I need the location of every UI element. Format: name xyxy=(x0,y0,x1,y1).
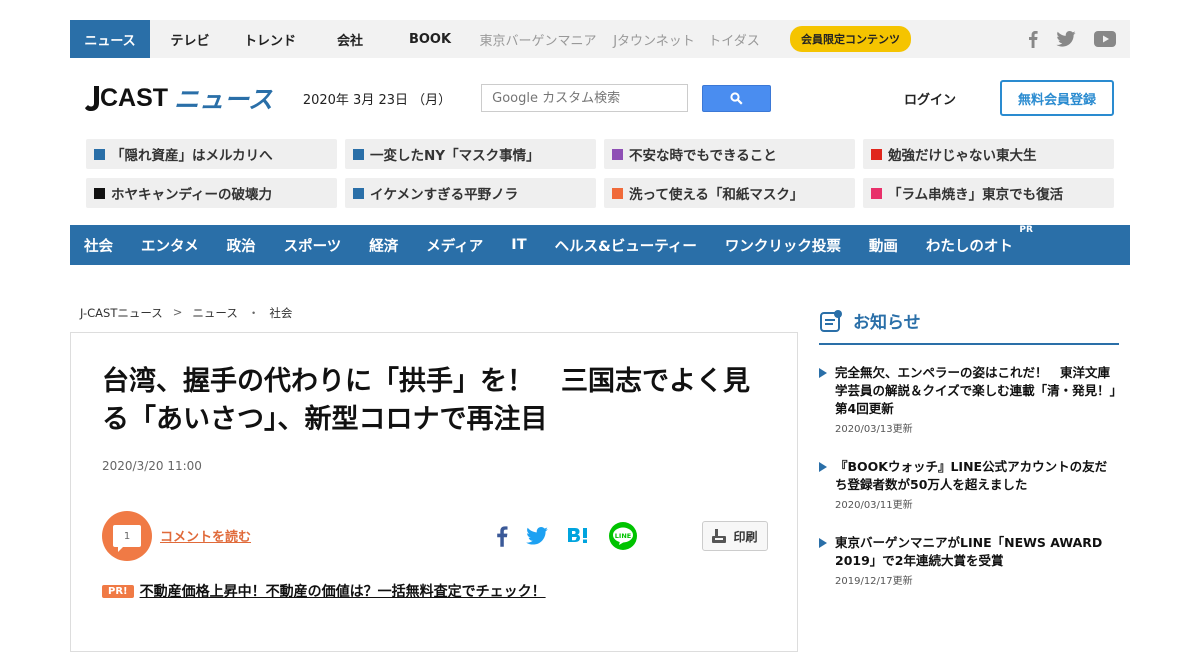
notice-icon xyxy=(820,309,842,332)
login-link[interactable]: ログイン xyxy=(904,89,956,108)
category-navigation: 社会 エンタメ 政治 スポーツ 経済 メディア IT ヘルス&ビューティー ワン… xyxy=(70,225,1130,265)
trend-item[interactable]: 洗って使える「和紙マスク」 xyxy=(604,178,855,208)
notice-text: 東京バーゲンマニアがLINE「NEWS AWARD 2019」で2年連続大賞を受… xyxy=(835,535,1103,568)
logo-jcast: CAST xyxy=(84,84,168,113)
category-society[interactable]: 社会 xyxy=(84,235,113,256)
notice-item[interactable]: 『BOOKウォッチ』LINE公式アカウントの友だち登録者数が50万人を超えました… xyxy=(819,458,1119,515)
tab-j-townnet[interactable]: Jタウンネット xyxy=(606,20,702,58)
register-button[interactable]: 無料会員登録 xyxy=(1000,80,1114,116)
article-title: 台湾、握手の代わりに「拱手」を！ 三国志でよく見る「あいさつ」、新型コロナで再注… xyxy=(102,366,750,435)
twitter-share-icon[interactable] xyxy=(526,527,548,549)
triangle-bullet-icon xyxy=(819,538,827,548)
tab-news[interactable]: ニュース xyxy=(70,20,150,58)
breadcrumb-separator: ・ xyxy=(247,306,260,320)
social-links xyxy=(1028,30,1130,48)
trend-item[interactable]: 「ラム串焼き」東京でも復活 xyxy=(863,178,1114,208)
trending-topics: 「隠れ資産」はメルカリへ 一変したNY「マスク事情」 不安な時でもできること 勉… xyxy=(70,139,1130,208)
breadcrumb: J-CASTニュース > ニュース ・ 社会 xyxy=(80,305,292,321)
tab-book[interactable]: BOOK xyxy=(390,20,470,58)
member-content-button[interactable]: 会員限定コンテンツ xyxy=(790,26,911,52)
pr-badge: PR! xyxy=(102,584,134,598)
tab-tokyo-bargain-mania[interactable]: 東京バーゲンマニア xyxy=(470,20,606,58)
breadcrumb-news[interactable]: ニュース xyxy=(192,305,237,321)
logo-news: ニュース xyxy=(174,85,273,114)
category-economy[interactable]: 経済 xyxy=(369,235,398,256)
trend-marker-icon xyxy=(353,148,364,160)
trend-item[interactable]: 「隠れ資産」はメルカリへ xyxy=(86,139,337,169)
notices-heading: お知らせ xyxy=(819,308,1119,345)
category-watashi-no-oto[interactable]: わたしのオト PR xyxy=(926,225,1033,256)
triangle-bullet-icon xyxy=(819,368,827,378)
trend-marker-icon xyxy=(871,187,882,199)
trend-item[interactable]: 一変したNY「マスク事情」 xyxy=(345,139,596,169)
share-buttons: LINE xyxy=(496,521,638,555)
notice-date: 2020/03/13更新 xyxy=(835,424,913,435)
notice-text: 完全無欠、エンペラーの姿はこれだ！ 東洋文庫学芸員の解説＆クイズで楽しむ連載「清… xyxy=(835,365,1116,416)
trend-marker-icon xyxy=(353,187,364,199)
trend-marker-icon xyxy=(871,148,882,160)
breadcrumb-home[interactable]: J-CASTニュース xyxy=(80,305,163,321)
facebook-share-icon[interactable] xyxy=(496,525,508,551)
article-card: 台湾、握手の代わりに「拱手」を！ 三国志でよく見る「あいさつ」、新型コロナで再注… xyxy=(70,332,798,652)
notice-date: 2019/12/17更新 xyxy=(835,576,913,587)
category-video[interactable]: 動画 xyxy=(869,235,898,256)
pr-ad-link[interactable]: 不動産価格上昇中！不動産の価値は？一括無料査定でチェック！ xyxy=(140,581,546,601)
svg-text:LINE: LINE xyxy=(615,532,631,540)
category-entertainment[interactable]: エンタメ xyxy=(141,235,199,256)
category-one-click-vote[interactable]: ワンクリック投票 xyxy=(725,235,841,256)
comment-count-badge[interactable]: 1 xyxy=(102,511,152,561)
category-politics[interactable]: 政治 xyxy=(227,235,256,256)
tab-toidas[interactable]: トイダス xyxy=(702,20,766,58)
current-date: 2020年 3月 23日 （月） xyxy=(302,92,452,108)
trend-item[interactable]: 勉強だけじゃない東大生 xyxy=(863,139,1114,169)
site-logo[interactable]: CAST ニュース xyxy=(84,80,273,116)
search-input[interactable] xyxy=(481,84,689,112)
category-sports[interactable]: スポーツ xyxy=(284,235,342,256)
search-button[interactable] xyxy=(702,84,772,112)
youtube-icon[interactable] xyxy=(1094,31,1116,47)
search-icon xyxy=(730,91,743,105)
notice-item[interactable]: 完全無欠、エンペラーの姿はこれだ！ 東洋文庫学芸員の解説＆クイズで楽しむ連載「清… xyxy=(819,364,1119,439)
top-navigation-bar: ニュース テレビ トレンド 会社 BOOK 東京バーゲンマニア Jタウンネット … xyxy=(70,20,1130,58)
trend-marker-icon xyxy=(612,187,623,199)
trend-item[interactable]: イケメンすぎる平野ノラ xyxy=(345,178,596,208)
category-media[interactable]: メディア xyxy=(426,235,483,256)
triangle-bullet-icon xyxy=(819,462,827,472)
tab-tv[interactable]: テレビ xyxy=(150,20,230,58)
site-header: CAST ニュース 2020年 3月 23日 （月） ログイン 無料会員登録 xyxy=(70,72,1130,124)
trend-marker-icon xyxy=(94,187,105,199)
print-button[interactable]: 印刷 xyxy=(702,521,768,551)
trend-item[interactable]: 不安な時でもできること xyxy=(604,139,855,169)
category-it[interactable]: IT xyxy=(511,237,526,253)
sidebar-notices: お知らせ 完全無欠、エンペラーの姿はこれだ！ 東洋文庫学芸員の解説＆クイズで楽し… xyxy=(819,308,1119,591)
pr-ad-row: PR! 不動産価格上昇中！不動産の価値は？一括無料査定でチェック！ xyxy=(102,581,546,601)
trend-marker-icon xyxy=(94,148,105,160)
twitter-icon[interactable] xyxy=(1056,31,1076,47)
read-comments-link[interactable]: コメントを読む xyxy=(160,526,251,545)
hatena-bookmark-icon[interactable] xyxy=(566,526,590,550)
notice-item[interactable]: 東京バーゲンマニアがLINE「NEWS AWARD 2019」で2年連続大賞を受… xyxy=(819,534,1119,591)
notice-date: 2020/03/11更新 xyxy=(835,500,913,511)
trend-marker-icon xyxy=(612,148,623,160)
pr-label: PR xyxy=(1019,224,1033,235)
tab-company[interactable]: 会社 xyxy=(310,20,390,58)
comment-bubble-icon: 1 xyxy=(113,525,141,552)
tab-trend[interactable]: トレンド xyxy=(230,20,310,58)
printer-icon xyxy=(712,529,727,543)
trend-item[interactable]: ホヤキャンディーの破壊力 xyxy=(86,178,337,208)
line-share-icon[interactable]: LINE xyxy=(608,521,638,555)
facebook-icon[interactable] xyxy=(1028,30,1038,48)
logo-j-mark-icon xyxy=(85,85,99,111)
breadcrumb-society[interactable]: 社会 xyxy=(269,305,292,321)
article-date: 2020/3/20 11:00 xyxy=(102,459,202,473)
category-health-beauty[interactable]: ヘルス&ビューティー xyxy=(555,235,697,256)
notice-text: 『BOOKウォッチ』LINE公式アカウントの友だち登録者数が50万人を超えました xyxy=(835,459,1108,492)
breadcrumb-separator: > xyxy=(172,305,183,319)
